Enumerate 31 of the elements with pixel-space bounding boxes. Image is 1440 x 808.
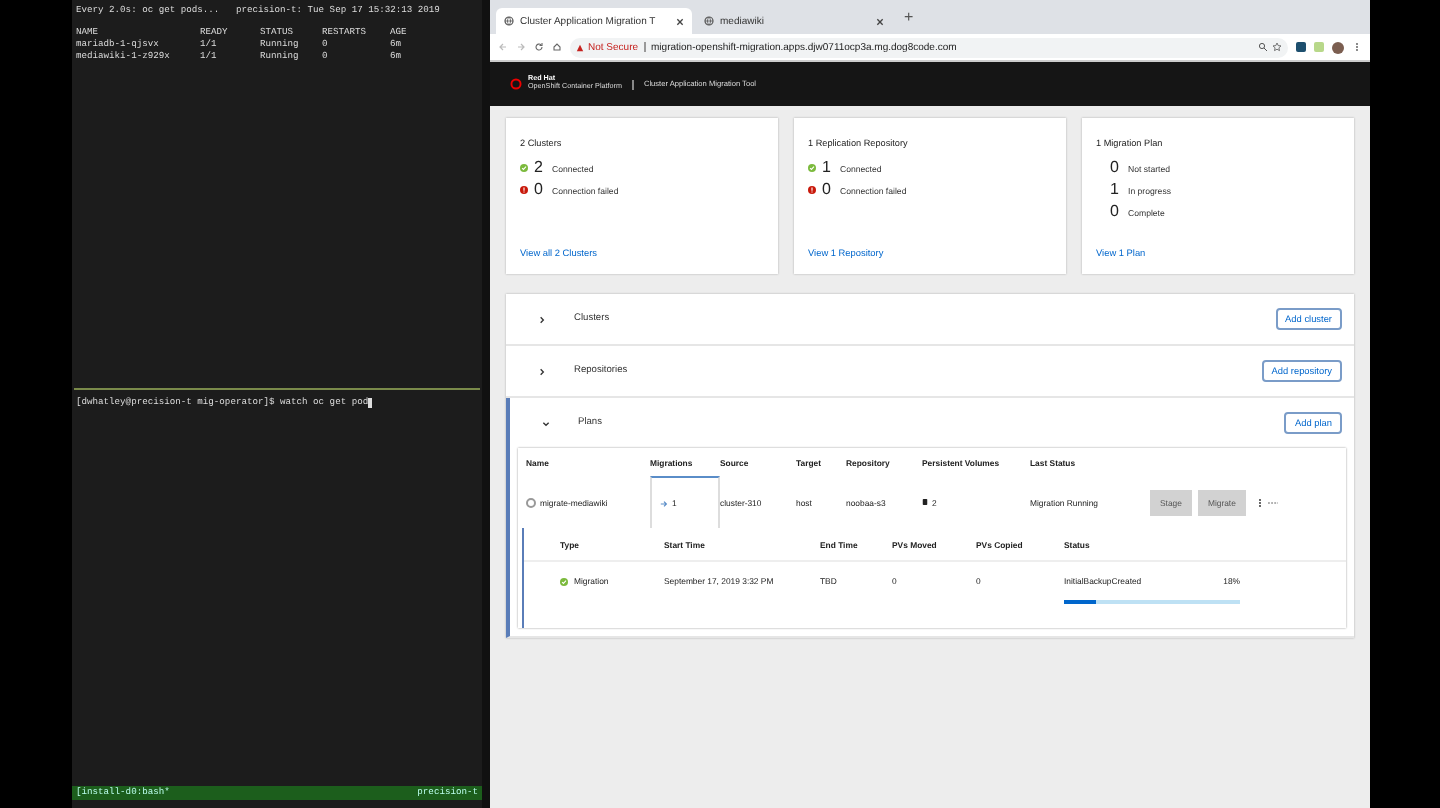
cursor-icon: [368, 398, 373, 408]
logo-icon: [510, 78, 522, 90]
caret-icon[interactable]: [542, 419, 550, 427]
check-icon: [520, 164, 528, 172]
avatar-icon[interactable]: [1332, 41, 1344, 53]
globe-icon: [704, 16, 714, 26]
caret-icon[interactable]: [538, 367, 546, 375]
globe-icon: [504, 16, 514, 26]
error-icon: [520, 186, 528, 194]
stat-count: 1: [1110, 182, 1121, 198]
caret-icon[interactable]: [538, 315, 546, 323]
new-tab-button[interactable]: +: [904, 8, 914, 26]
reload-icon[interactable]: [534, 42, 544, 52]
stat-count: 1: [822, 160, 833, 176]
check-icon: [808, 164, 816, 172]
error-icon: [808, 186, 816, 194]
stat-count: 0: [534, 182, 545, 198]
check-icon: [560, 577, 568, 585]
warning-icon: [576, 43, 584, 51]
stat-count: 0: [822, 182, 833, 198]
radio-button[interactable]: [526, 497, 536, 507]
stat-count: 2: [534, 160, 545, 176]
close-icon[interactable]: [876, 17, 884, 25]
stat-count: 0: [1110, 204, 1121, 220]
stat-count: 0: [1110, 160, 1121, 176]
home-icon[interactable]: [552, 42, 562, 52]
database-icon: [922, 498, 928, 506]
star-icon[interactable]: [1272, 42, 1282, 52]
arrow-icon: [660, 499, 668, 507]
zoom-icon[interactable]: [1258, 42, 1268, 52]
close-icon[interactable]: [676, 17, 684, 25]
